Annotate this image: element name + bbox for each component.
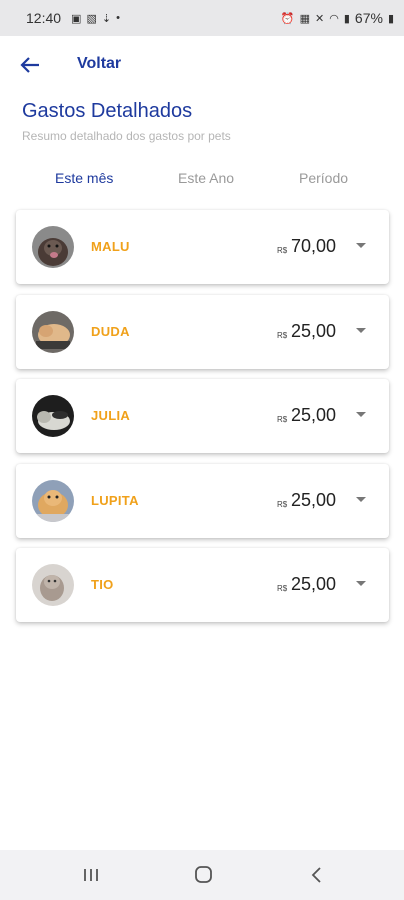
pet-card[interactable]: MALU R$ 70,00 bbox=[16, 210, 389, 284]
chevron-down-icon[interactable] bbox=[356, 328, 366, 333]
pet-amount: 25,00 bbox=[291, 405, 337, 425]
tab-periodo[interactable]: Período bbox=[299, 170, 348, 186]
battery-icon: ▮ bbox=[387, 12, 394, 25]
status-right: ⏰ ▦ ✕ ◠ ▮ 67% ▮ bbox=[281, 10, 394, 26]
pet-name: TIO bbox=[91, 577, 114, 592]
s-icon: ▧ bbox=[86, 12, 97, 25]
gallery-icon: ▣ bbox=[71, 12, 82, 25]
pet-card[interactable]: DUDA R$ 25,00 bbox=[16, 295, 389, 369]
notification-icons: ▣ ▧ ⇣ • bbox=[71, 12, 120, 25]
dog-photo-icon bbox=[32, 226, 74, 268]
download-icon: ⇣ bbox=[101, 12, 112, 25]
status-left: 12:40 ▣ ▧ ⇣ • bbox=[26, 10, 120, 26]
currency-symbol: R$ bbox=[277, 415, 288, 424]
pet-amount: 25,00 bbox=[291, 321, 337, 341]
alarm-icon: ⏰ bbox=[280, 12, 295, 25]
pet-avatar bbox=[32, 480, 74, 522]
currency-symbol: R$ bbox=[277, 584, 288, 593]
currency-symbol: R$ bbox=[277, 246, 288, 255]
chevron-down-icon[interactable] bbox=[356, 581, 366, 586]
currency-symbol: R$ bbox=[277, 331, 288, 340]
pet-card[interactable]: JULIA R$ 25,00 bbox=[16, 379, 389, 453]
page-title: Gastos Detalhados bbox=[22, 100, 193, 122]
pet-name: JULIA bbox=[91, 408, 131, 423]
pet-avatar bbox=[32, 226, 74, 268]
cat-photo-icon bbox=[32, 480, 74, 522]
status-bar: 12:40 ▣ ▧ ⇣ • ⏰ ▦ ✕ ◠ ▮ 67% ▮ bbox=[0, 0, 404, 36]
back-button[interactable]: Voltar bbox=[77, 55, 121, 73]
wifi-icon: ◠ bbox=[329, 12, 339, 25]
header: Voltar bbox=[0, 46, 404, 84]
cat-photo-icon bbox=[32, 395, 74, 437]
battery-percent: 67% bbox=[354, 10, 383, 26]
pet-amount: 25,00 bbox=[291, 490, 337, 510]
pet-name: MALU bbox=[91, 239, 130, 254]
mute-icon: ✕ bbox=[315, 12, 325, 25]
pet-avatar bbox=[32, 564, 74, 606]
pet-amount: 70,00 bbox=[291, 236, 337, 256]
pet-avatar bbox=[32, 395, 74, 437]
pet-card[interactable]: TIO R$ 25,00 bbox=[16, 548, 389, 622]
cat-photo-icon bbox=[32, 564, 74, 606]
back-arrow-icon[interactable] bbox=[18, 54, 42, 76]
chevron-down-icon[interactable] bbox=[356, 243, 366, 248]
home-icon[interactable] bbox=[191, 864, 215, 886]
pet-name: DUDA bbox=[91, 324, 130, 339]
signal-icon: ▮ bbox=[343, 12, 350, 25]
pet-card[interactable]: LUPITA R$ 25,00 bbox=[16, 464, 389, 538]
cat-photo-icon bbox=[32, 311, 74, 353]
recent-apps-icon[interactable] bbox=[79, 864, 103, 886]
chevron-down-icon[interactable] bbox=[356, 497, 366, 502]
nfc-icon: ▦ bbox=[299, 12, 311, 25]
status-time: 12:40 bbox=[26, 10, 62, 26]
chevron-down-icon[interactable] bbox=[356, 412, 366, 417]
period-tabs: Este mês Este Ano Período bbox=[0, 170, 404, 192]
pet-amount: 25,00 bbox=[291, 574, 337, 594]
currency-symbol: R$ bbox=[277, 500, 288, 509]
pet-name: LUPITA bbox=[91, 493, 139, 508]
pet-avatar bbox=[32, 311, 74, 353]
system-nav-bar bbox=[0, 850, 404, 900]
dot-icon: • bbox=[116, 11, 120, 24]
tab-este-mes[interactable]: Este mês bbox=[55, 170, 113, 186]
page-subtitle: Resumo detalhado dos gastos por pets bbox=[22, 129, 231, 143]
system-back-icon[interactable] bbox=[305, 864, 329, 886]
tab-este-ano[interactable]: Este Ano bbox=[178, 170, 234, 186]
